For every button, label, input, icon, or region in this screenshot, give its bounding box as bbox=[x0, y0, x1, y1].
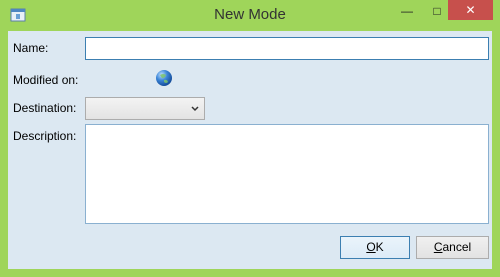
chevron-down-icon bbox=[190, 103, 200, 113]
cancel-button[interactable]: Cancel bbox=[416, 236, 489, 259]
destination-label: Destination: bbox=[13, 101, 77, 115]
name-field[interactable] bbox=[85, 37, 489, 60]
close-button[interactable]: ✕ bbox=[448, 0, 493, 20]
name-label: Name: bbox=[13, 41, 49, 55]
modified-on-label: Modified on: bbox=[13, 73, 79, 87]
description-label: Description: bbox=[13, 129, 77, 143]
globe-icon bbox=[155, 69, 173, 87]
minimize-button[interactable]: — bbox=[392, 0, 422, 22]
title-bar[interactable]: New Mode — □ ✕ bbox=[0, 0, 500, 30]
destination-dropdown[interactable] bbox=[85, 97, 205, 120]
dialog-window: New Mode — □ ✕ Name: Modified on: Destin… bbox=[0, 0, 500, 277]
description-field[interactable] bbox=[85, 124, 489, 224]
ok-button[interactable]: OK bbox=[340, 236, 410, 259]
dialog-body: Name: Modified on: Destination: Descript… bbox=[8, 31, 492, 269]
